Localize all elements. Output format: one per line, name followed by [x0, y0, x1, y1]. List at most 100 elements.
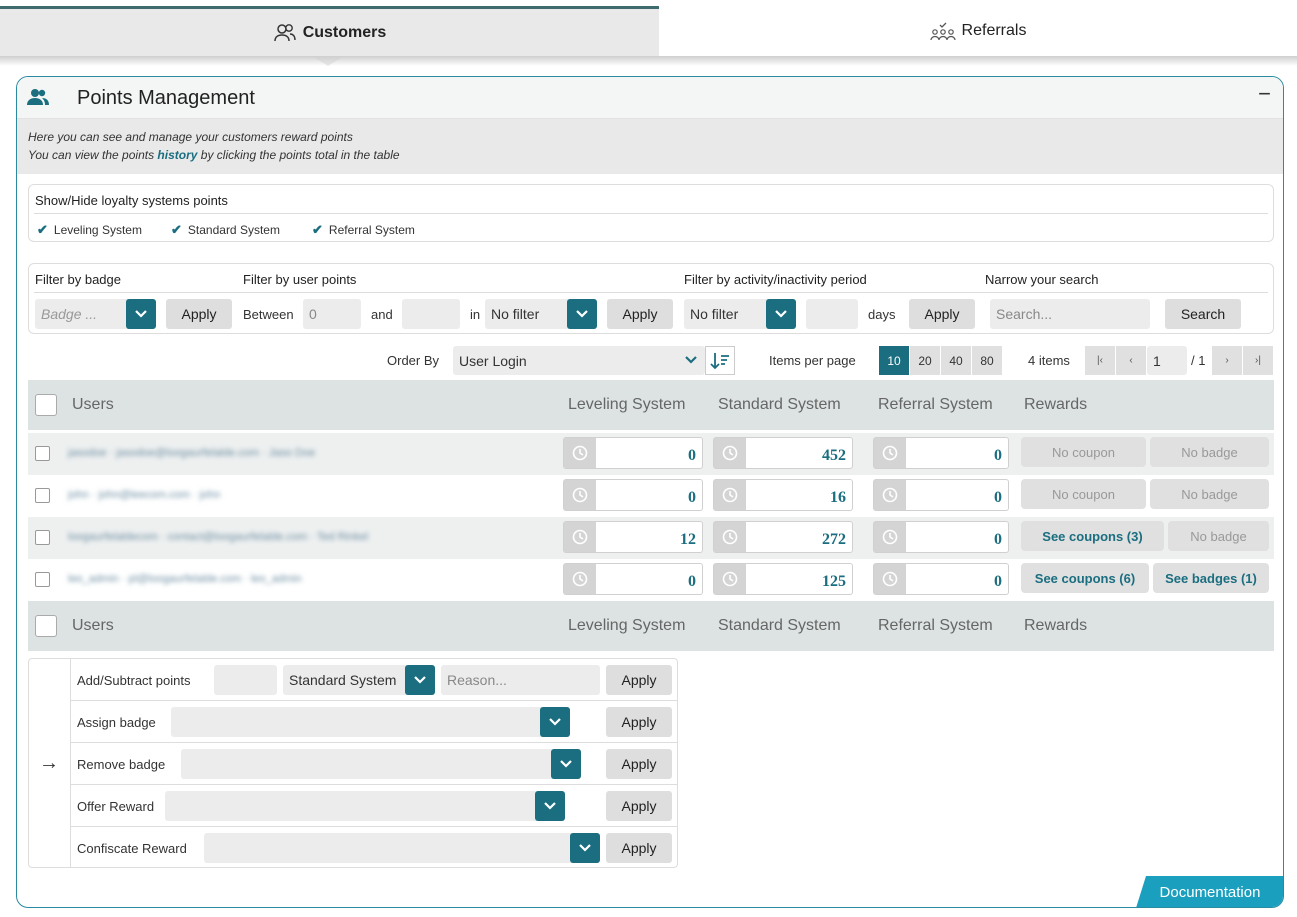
documentation-button[interactable]: Documentation: [1136, 876, 1283, 907]
chevron-down-icon: [685, 356, 697, 364]
days-input[interactable]: [806, 299, 858, 329]
loyalty-title: Show/Hide loyalty systems points: [35, 193, 228, 208]
history-icon[interactable]: [714, 480, 746, 510]
points-apply-button[interactable]: Apply: [607, 299, 673, 329]
referral-points[interactable]: 0: [873, 479, 1009, 511]
page-size-10[interactable]: 10: [879, 346, 909, 375]
standard-points[interactable]: 125: [713, 563, 853, 595]
reason-input[interactable]: Reason...: [441, 665, 600, 695]
sort-direction-button[interactable]: [705, 346, 735, 375]
badge-apply-button[interactable]: Apply: [166, 299, 232, 329]
and-label: and: [371, 307, 393, 322]
points-system-select[interactable]: No filter: [485, 299, 597, 329]
row-checkbox[interactable]: [35, 488, 50, 503]
chevron-down-icon[interactable]: [567, 299, 597, 329]
standard-points[interactable]: 452: [713, 437, 853, 469]
col-leveling: Leveling System: [568, 396, 686, 413]
history-icon[interactable]: [874, 438, 906, 468]
points-amount-input[interactable]: [214, 665, 277, 695]
bulk-add-points-row: Add/Subtract points Standard System Reas…: [71, 659, 677, 701]
min-points-input[interactable]: 0: [303, 299, 361, 329]
chevron-down-icon[interactable]: [570, 833, 600, 863]
checkbox-label: Referral System: [328, 223, 415, 237]
system-select[interactable]: Standard System: [283, 665, 435, 695]
activity-apply-button[interactable]: Apply: [909, 299, 975, 329]
chevron-down-icon[interactable]: [766, 299, 796, 329]
leveling-points[interactable]: 0: [563, 563, 703, 595]
see-coupons-button[interactable]: See coupons (3): [1021, 521, 1164, 551]
page-size-80[interactable]: 80: [972, 346, 1002, 375]
leveling-system-checkbox[interactable]: ✔ Leveling System: [37, 222, 142, 238]
history-icon[interactable]: [564, 564, 596, 594]
history-icon[interactable]: [564, 480, 596, 510]
remove-badge-select[interactable]: [181, 749, 581, 779]
standard-system-checkbox[interactable]: ✔ Standard System: [171, 222, 280, 238]
tab-referrals[interactable]: Referrals: [659, 6, 1297, 56]
leveling-points[interactable]: 12: [563, 521, 703, 553]
assign-badge-select[interactable]: [171, 707, 570, 737]
history-icon[interactable]: [714, 564, 746, 594]
chevron-down-icon[interactable]: [405, 665, 435, 695]
badge-select[interactable]: Badge ...: [35, 299, 156, 329]
user-info: loogaurfelaldecom · contact@loogaurfelal…: [68, 531, 369, 543]
prev-page-button[interactable]: ‹: [1116, 346, 1146, 375]
collapse-button[interactable]: −: [1258, 81, 1271, 107]
assign-badge-apply-button[interactable]: Apply: [606, 707, 672, 737]
bulk-remove-badge-row: Remove badge Apply: [71, 743, 677, 785]
search-button[interactable]: Search: [1165, 299, 1241, 329]
see-badges-button[interactable]: See badges (1): [1153, 563, 1269, 593]
select-all-checkbox[interactable]: [35, 394, 57, 416]
row-checkbox[interactable]: [35, 572, 50, 587]
referral-points[interactable]: 0: [873, 521, 1009, 553]
page-input[interactable]: 1: [1147, 346, 1187, 375]
history-icon[interactable]: [714, 522, 746, 552]
points-value: 272: [822, 531, 846, 548]
add-points-apply-button[interactable]: Apply: [606, 665, 672, 695]
history-icon[interactable]: [564, 522, 596, 552]
activity-select[interactable]: No filter: [684, 299, 796, 329]
bulk-offer-reward-row: Offer Reward Apply: [71, 785, 677, 827]
points-value: 0: [688, 573, 696, 590]
offer-reward-select[interactable]: [165, 791, 565, 821]
tab-customers[interactable]: Customers: [0, 6, 659, 56]
page-size-20[interactable]: 20: [910, 346, 940, 375]
referral-system-checkbox[interactable]: ✔ Referral System: [312, 222, 415, 238]
points-value: 0: [994, 489, 1002, 506]
table-row: john · john@leecom.com · john 0 16 0 No …: [28, 475, 1274, 517]
leveling-points[interactable]: 0: [563, 437, 703, 469]
history-icon[interactable]: [874, 564, 906, 594]
user-info: leo_admin · pl@loogaurfelalde.com · leo_…: [68, 573, 302, 585]
row-checkbox[interactable]: [35, 446, 50, 461]
history-icon[interactable]: [714, 438, 746, 468]
offer-reward-apply-button[interactable]: Apply: [606, 791, 672, 821]
standard-points[interactable]: 272: [713, 521, 853, 553]
chevron-down-icon[interactable]: [540, 707, 570, 737]
next-page-button[interactable]: ›: [1212, 346, 1242, 375]
search-input[interactable]: Search...: [990, 299, 1150, 329]
users-icon: [27, 89, 49, 105]
chevron-down-icon[interactable]: [551, 749, 581, 779]
referral-points[interactable]: 0: [873, 563, 1009, 595]
row-checkbox[interactable]: [35, 530, 50, 545]
confiscate-reward-apply-button[interactable]: Apply: [606, 833, 672, 863]
history-icon[interactable]: [874, 522, 906, 552]
first-page-button[interactable]: |‹: [1085, 346, 1115, 375]
col-leveling: Leveling System: [568, 617, 686, 634]
order-by-value: User Login: [459, 352, 527, 369]
referral-points[interactable]: 0: [873, 437, 1009, 469]
chevron-down-icon[interactable]: [535, 791, 565, 821]
last-page-button[interactable]: ›|: [1243, 346, 1273, 375]
select-all-checkbox[interactable]: [35, 615, 57, 637]
chevron-down-icon[interactable]: [126, 299, 156, 329]
order-by-select[interactable]: User Login: [453, 346, 705, 375]
remove-badge-apply-button[interactable]: Apply: [606, 749, 672, 779]
remove-badge-label: Remove badge: [77, 757, 166, 772]
confiscate-reward-select[interactable]: [204, 833, 600, 863]
max-points-input[interactable]: [402, 299, 460, 329]
standard-points[interactable]: 16: [713, 479, 853, 511]
see-coupons-button[interactable]: See coupons (6): [1021, 563, 1149, 593]
history-icon[interactable]: [564, 438, 596, 468]
leveling-points[interactable]: 0: [563, 479, 703, 511]
history-icon[interactable]: [874, 480, 906, 510]
page-size-40[interactable]: 40: [941, 346, 971, 375]
